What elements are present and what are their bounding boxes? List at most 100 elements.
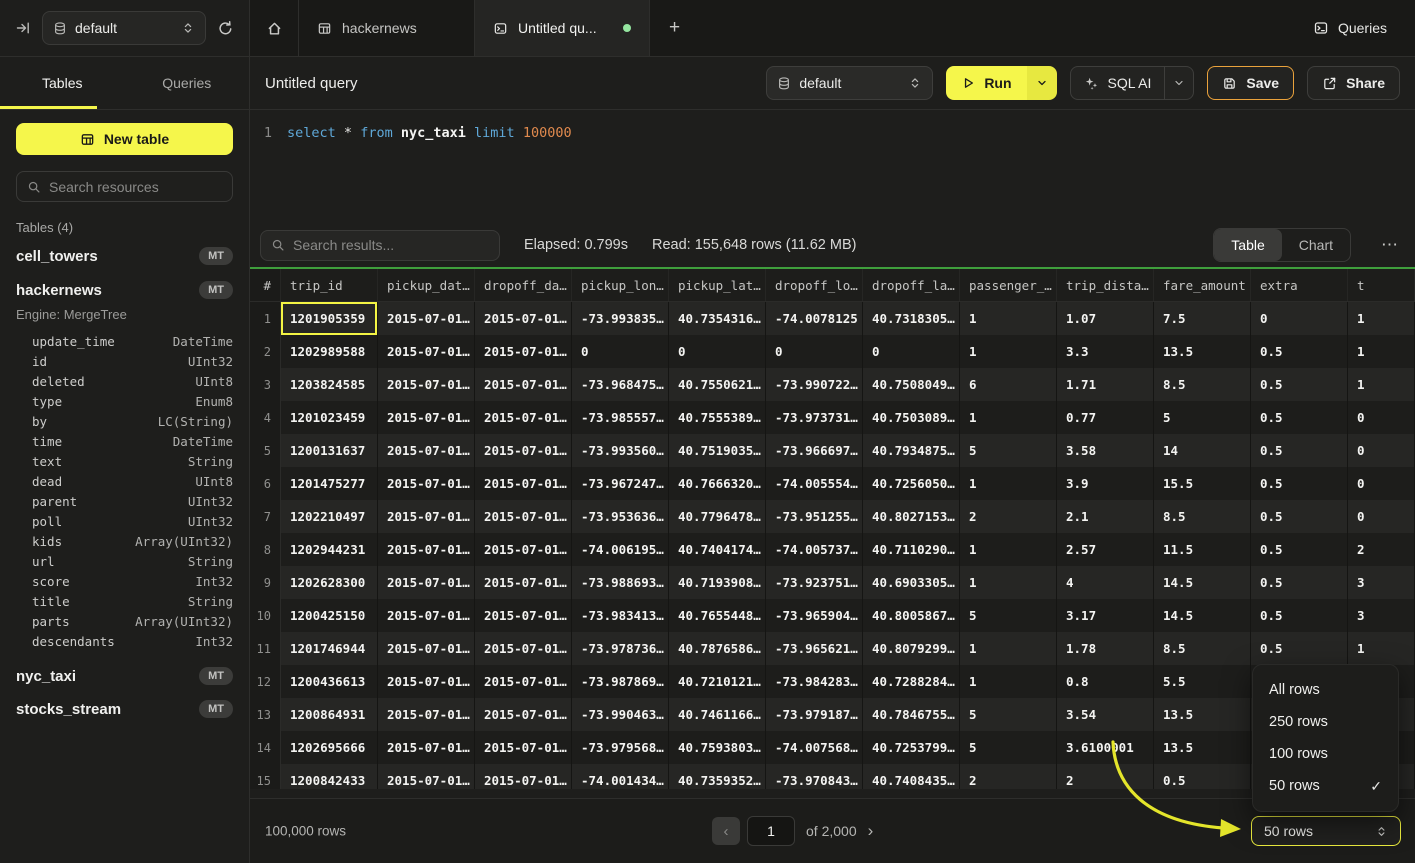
- cell[interactable]: -73.987869…: [572, 665, 669, 698]
- column-header-pickup_lon[interactable]: pickup_lon…: [572, 269, 669, 301]
- cell[interactable]: 2015-07-01…: [475, 302, 572, 335]
- cell[interactable]: 5: [960, 698, 1057, 731]
- share-button[interactable]: Share: [1307, 66, 1400, 100]
- cell[interactable]: 0: [1348, 500, 1415, 533]
- cell[interactable]: -74.001434…: [572, 764, 669, 789]
- cell[interactable]: 1: [1348, 368, 1415, 401]
- run-button[interactable]: Run: [946, 66, 1026, 100]
- cell[interactable]: 2015-07-01…: [475, 731, 572, 764]
- cell[interactable]: 13.5: [1154, 731, 1251, 764]
- cell[interactable]: 2015-07-01…: [475, 566, 572, 599]
- sql-ai-options-button[interactable]: [1164, 67, 1193, 99]
- cell[interactable]: 2015-07-01…: [378, 500, 475, 533]
- cell[interactable]: 2: [960, 500, 1057, 533]
- cell[interactable]: 2015-07-01…: [378, 566, 475, 599]
- cell[interactable]: 2015-07-01…: [475, 698, 572, 731]
- cell[interactable]: 15.5: [1154, 467, 1251, 500]
- sidebar-table-stocks-stream[interactable]: stocks_stream MT: [16, 699, 233, 719]
- home-tab[interactable]: [250, 0, 299, 56]
- column-header-pickup_dat[interactable]: pickup_dat…: [378, 269, 475, 301]
- menu-item-all-rows[interactable]: All rows: [1253, 674, 1398, 706]
- menu-item-100-rows[interactable]: 100 rows: [1253, 738, 1398, 770]
- cell[interactable]: 14: [1154, 434, 1251, 467]
- cell[interactable]: 40.7404174…: [669, 533, 766, 566]
- cell[interactable]: 2015-07-01…: [378, 302, 475, 335]
- refresh-button[interactable]: [215, 18, 236, 39]
- cell[interactable]: 2.57: [1057, 533, 1154, 566]
- cell[interactable]: 13.5: [1154, 335, 1251, 368]
- cell[interactable]: 40.7796478…: [669, 500, 766, 533]
- cell[interactable]: 1: [960, 401, 1057, 434]
- cell[interactable]: 2015-07-01…: [378, 698, 475, 731]
- page-number-input[interactable]: [747, 816, 795, 846]
- cell[interactable]: 1200131637: [281, 434, 378, 467]
- cell[interactable]: 1202989588: [281, 335, 378, 368]
- cell[interactable]: 40.7876586…: [669, 632, 766, 665]
- cell[interactable]: 3.3: [1057, 335, 1154, 368]
- column-header-pickup_lat[interactable]: pickup_lat…: [669, 269, 766, 301]
- column-header-fare_amount[interactable]: fare_amount: [1154, 269, 1251, 301]
- cell[interactable]: 2015-07-01…: [378, 335, 475, 368]
- cell[interactable]: 1201023459: [281, 401, 378, 434]
- cell[interactable]: -73.993560…: [572, 434, 669, 467]
- cell[interactable]: 1: [1348, 335, 1415, 368]
- cell[interactable]: 0.5: [1251, 500, 1348, 533]
- cell[interactable]: 3.6100001: [1057, 731, 1154, 764]
- cell[interactable]: 0: [669, 335, 766, 368]
- cell[interactable]: 1: [1348, 302, 1415, 335]
- queries-button[interactable]: Queries: [1313, 20, 1387, 36]
- cell[interactable]: 2015-07-01…: [378, 764, 475, 789]
- cell[interactable]: 1200842433: [281, 764, 378, 789]
- cell[interactable]: 40.7210121…: [669, 665, 766, 698]
- cell[interactable]: 2015-07-01…: [475, 467, 572, 500]
- cell[interactable]: 8.5: [1154, 632, 1251, 665]
- cell[interactable]: 0.5: [1251, 368, 1348, 401]
- cell[interactable]: 7.5: [1154, 302, 1251, 335]
- previous-page-button[interactable]: ‹: [712, 817, 740, 845]
- cell[interactable]: 1202628300: [281, 566, 378, 599]
- cell[interactable]: 2015-07-01…: [475, 599, 572, 632]
- cell[interactable]: 13.5: [1154, 698, 1251, 731]
- cell[interactable]: -73.983413…: [572, 599, 669, 632]
- cell[interactable]: -74.006195…: [572, 533, 669, 566]
- cell[interactable]: 40.7408435…: [863, 764, 960, 789]
- cell[interactable]: 40.7253799…: [863, 731, 960, 764]
- cell[interactable]: 1: [1348, 632, 1415, 665]
- cell[interactable]: -74.0078125: [766, 302, 863, 335]
- menu-item-50-rows[interactable]: 50 rows✓: [1253, 770, 1398, 802]
- cell[interactable]: 40.7555389…: [669, 401, 766, 434]
- cell[interactable]: 40.8005867…: [863, 599, 960, 632]
- cell[interactable]: 40.8079299…: [863, 632, 960, 665]
- cell[interactable]: 3: [1348, 599, 1415, 632]
- cell[interactable]: 40.7193908…: [669, 566, 766, 599]
- column-header-dropoff_la[interactable]: dropoff_la…: [863, 269, 960, 301]
- cell[interactable]: 2015-07-01…: [475, 368, 572, 401]
- cell[interactable]: 11.5: [1154, 533, 1251, 566]
- cell[interactable]: 2015-07-01…: [475, 764, 572, 789]
- cell[interactable]: -73.953636…: [572, 500, 669, 533]
- column-header-index[interactable]: #: [250, 269, 281, 301]
- cell[interactable]: 40.7318305…: [863, 302, 960, 335]
- cell[interactable]: 2015-07-01…: [378, 401, 475, 434]
- cell[interactable]: 3.54: [1057, 698, 1154, 731]
- cell[interactable]: 2015-07-01…: [378, 632, 475, 665]
- cell[interactable]: 2015-07-01…: [475, 434, 572, 467]
- results-search-input[interactable]: [293, 237, 489, 253]
- cell[interactable]: 2015-07-01…: [475, 533, 572, 566]
- collapse-sidebar-button[interactable]: [13, 18, 33, 38]
- cell[interactable]: 1203824585: [281, 368, 378, 401]
- view-tab-chart[interactable]: Chart: [1282, 229, 1350, 261]
- tab-untitled-query[interactable]: Untitled qu...: [475, 0, 650, 56]
- cell[interactable]: 40.8027153…: [863, 500, 960, 533]
- sidebar-tab-queries[interactable]: Queries: [125, 57, 250, 109]
- cell[interactable]: 3.17: [1057, 599, 1154, 632]
- new-table-button[interactable]: New table: [16, 123, 233, 155]
- cell[interactable]: -73.984283…: [766, 665, 863, 698]
- sidebar-tab-tables[interactable]: Tables: [0, 57, 125, 109]
- cell[interactable]: 2: [960, 764, 1057, 789]
- cell[interactable]: 1: [960, 335, 1057, 368]
- cell[interactable]: 40.7110290…: [863, 533, 960, 566]
- cell[interactable]: 14.5: [1154, 599, 1251, 632]
- cell[interactable]: -73.990722…: [766, 368, 863, 401]
- cell[interactable]: 1.07: [1057, 302, 1154, 335]
